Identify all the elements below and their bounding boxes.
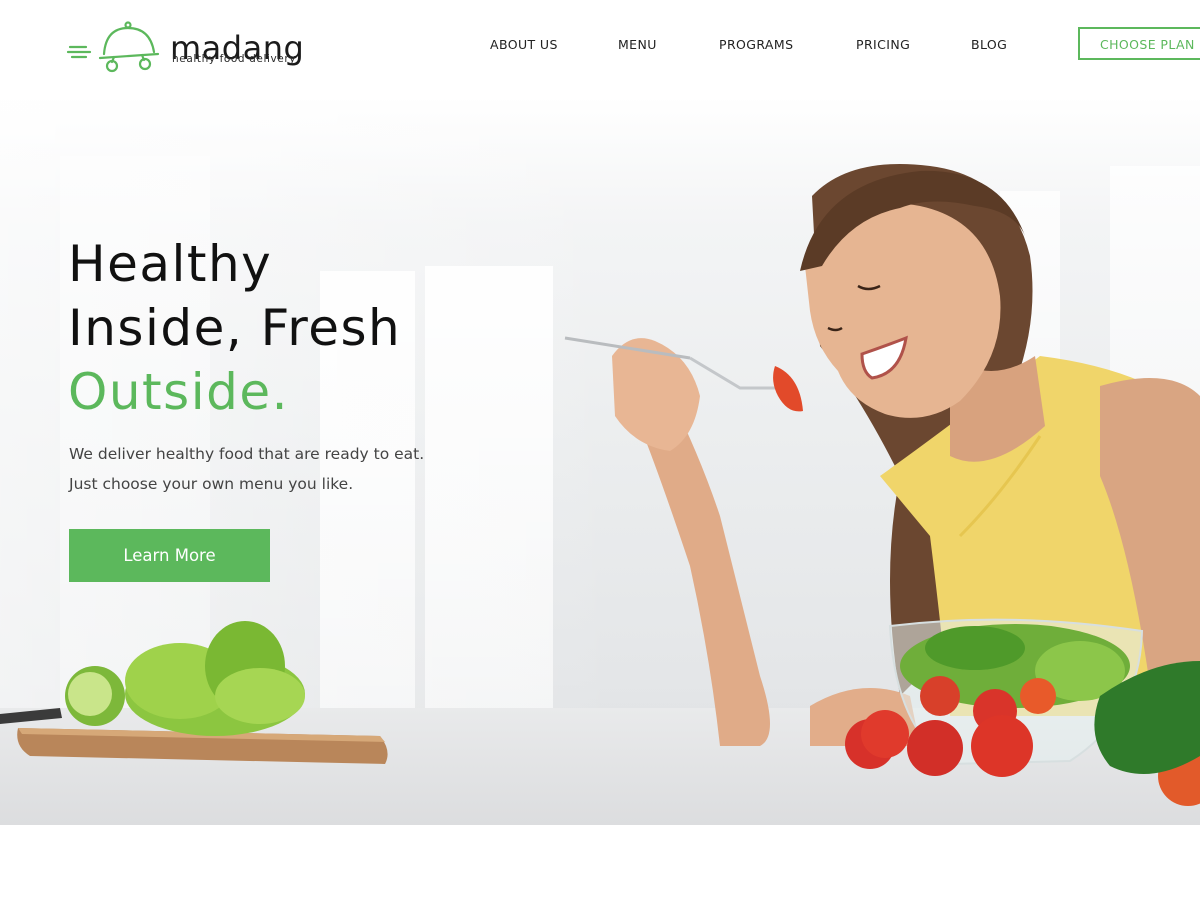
site-header: madang healthy food delivery ABOUT US ME… [0,0,1200,96]
nav-menu[interactable]: MENU [618,37,657,52]
learn-more-button[interactable]: Learn More [69,529,270,582]
serving-cloche-cart-icon [66,21,160,73]
nav-pricing[interactable]: PRICING [856,37,910,52]
nav-about-us[interactable]: ABOUT US [490,37,558,52]
choose-plan-button[interactable]: CHOOSE PLAN [1078,27,1200,60]
nav-blog[interactable]: BLOG [971,37,1007,52]
headline-line-2: Inside, Fresh [68,299,402,357]
headline-line-1: Healthy [68,235,273,293]
hero-section: Healthy Inside, Fresh Outside. We delive… [0,96,1200,825]
brand-tagline: healthy food delivery [172,53,297,65]
headline-line-3: Outside. [68,363,289,421]
hero-description: We deliver healthy food that are ready t… [69,445,425,493]
brand-logo[interactable]: madang healthy food delivery [66,18,316,76]
nav-programs[interactable]: PROGRAMS [719,37,793,52]
hero-headline: Healthy Inside, Fresh Outside. [68,232,401,424]
